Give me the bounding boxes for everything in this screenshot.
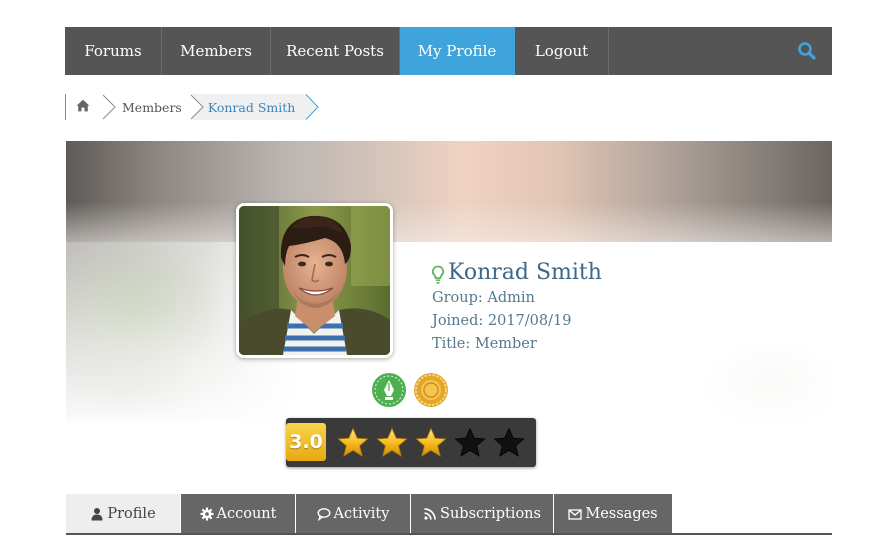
profile-group: Group: Admin: [432, 290, 535, 306]
breadcrumb-separator-icon: [102, 94, 116, 120]
star-empty-icon: [493, 427, 525, 457]
breadcrumb-home[interactable]: [66, 94, 100, 120]
tab-account[interactable]: Account: [181, 494, 296, 533]
tab-messages[interactable]: Messages: [554, 494, 673, 533]
star-filled-icon: [337, 427, 369, 457]
top-navigation: Forums Members Recent Posts My Profile L…: [65, 27, 832, 75]
tab-profile[interactable]: Profile: [66, 494, 181, 533]
lightbulb-icon: [432, 265, 444, 284]
nav-logout[interactable]: Logout: [515, 27, 609, 75]
gear-icon: [200, 507, 214, 520]
profile-tabs: Profile Account Activity Subscriptions M…: [66, 494, 832, 535]
search-icon[interactable]: [796, 40, 818, 62]
nav-my-profile[interactable]: My Profile: [400, 27, 515, 75]
breadcrumb-end-icon: [305, 94, 320, 120]
tab-label: Messages: [585, 505, 658, 522]
nav-recent-posts[interactable]: Recent Posts: [271, 27, 400, 75]
breadcrumb: Members Konrad Smith: [65, 94, 320, 120]
star-filled-icon: [376, 427, 408, 457]
breadcrumb-separator-icon: [187, 94, 204, 120]
comments-icon: [317, 507, 331, 521]
rss-icon: [424, 507, 436, 520]
tab-label: Activity: [333, 505, 390, 522]
tab-activity[interactable]: Activity: [296, 494, 411, 533]
nav-members[interactable]: Members: [162, 27, 271, 75]
cover-image: [66, 141, 832, 242]
tab-label: Profile: [107, 505, 156, 522]
star-empty-icon: [454, 427, 486, 457]
tab-label: Subscriptions: [440, 505, 541, 522]
pen-badge-icon[interactable]: [371, 372, 407, 408]
profile-title: Title: Member: [432, 336, 537, 352]
nav-forums[interactable]: Forums: [65, 27, 162, 75]
home-icon: [76, 99, 90, 115]
profile-joined: Joined: 2017/08/19: [432, 313, 572, 329]
tab-subscriptions[interactable]: Subscriptions: [411, 494, 554, 533]
star-filled-icon: [415, 427, 447, 457]
breadcrumb-members[interactable]: Members: [118, 94, 188, 120]
profile-name[interactable]: Konrad Smith: [448, 260, 602, 285]
profile-header: Konrad Smith Group: Admin Joined: 2017/0…: [66, 141, 832, 534]
user-icon: [91, 507, 103, 520]
gold-medal-icon[interactable]: [413, 372, 449, 408]
rating-score: 3.0: [286, 423, 326, 461]
user-rating: 3.0: [286, 418, 536, 467]
tab-label: Account: [216, 505, 277, 522]
avatar[interactable]: [236, 203, 393, 358]
envelope-icon: [568, 508, 583, 520]
